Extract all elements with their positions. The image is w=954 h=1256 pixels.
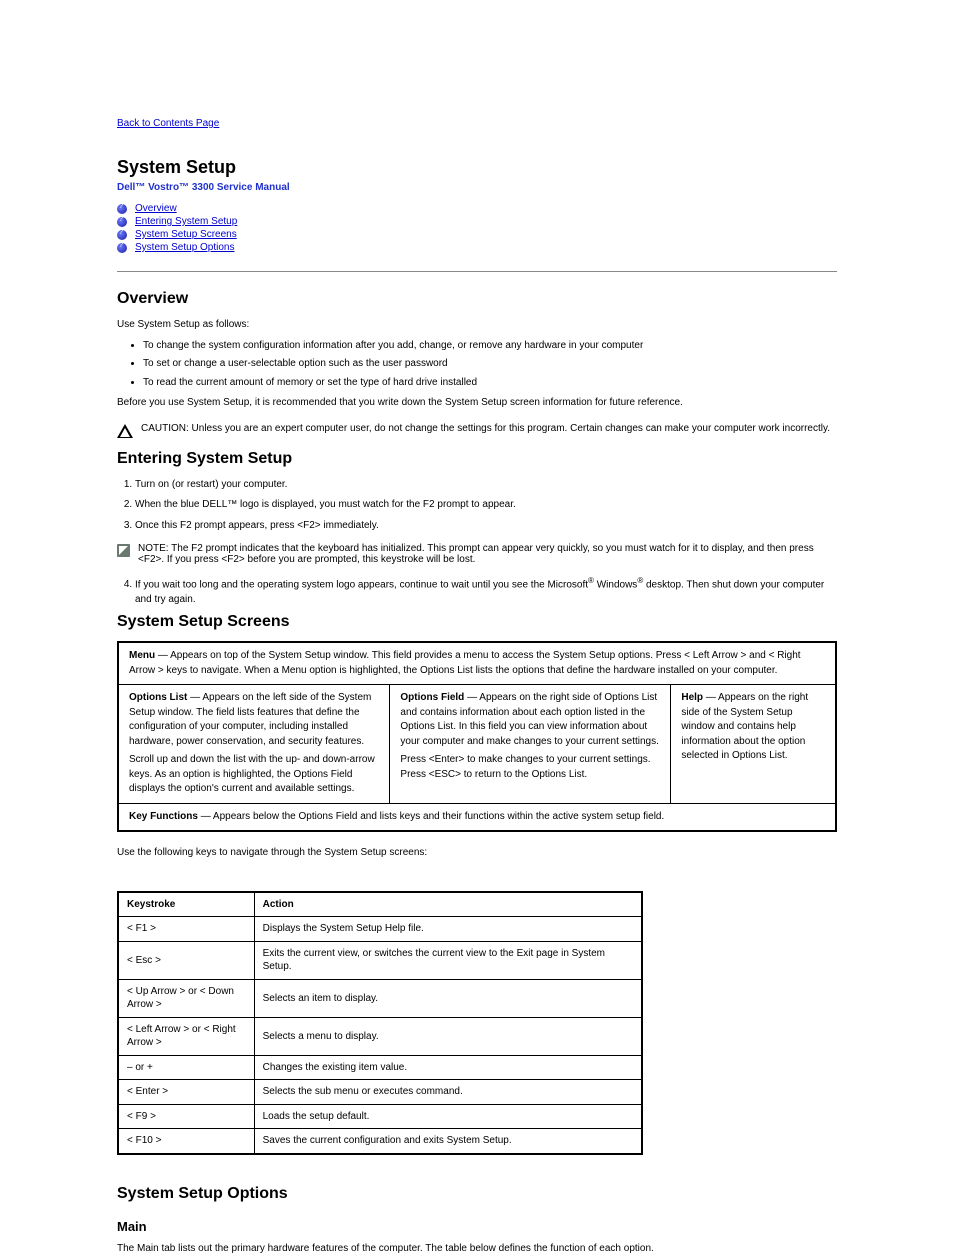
toc-link-entering[interactable]: Entering System Setup bbox=[135, 216, 237, 227]
key-cell: < F10 > bbox=[118, 1129, 254, 1154]
toc: Overview Entering System Setup System Se… bbox=[117, 203, 837, 253]
heading-screens: System Setup Screens bbox=[117, 613, 837, 631]
help-head: Help bbox=[681, 692, 703, 703]
overview-advice: Before you use System Setup, it is recom… bbox=[117, 396, 837, 411]
step-2-text: When the blue DELL™ logo is displayed, y… bbox=[135, 498, 837, 513]
step-2: When the blue DELL™ logo is displayed, y… bbox=[135, 498, 837, 513]
page-subtitle: Dell™ Vostro™ 3300 Service Manual bbox=[117, 182, 837, 193]
toc-link-overview[interactable]: Overview bbox=[135, 203, 177, 214]
options-field-body2: Press <Enter> to make changes to your cu… bbox=[400, 753, 660, 782]
note-box: NOTE: The F2 prompt indicates that the k… bbox=[117, 543, 837, 565]
step-4a: If you wait too long and the operating s… bbox=[135, 579, 588, 590]
keyfns-cell: Key Functions — Appears below the Option… bbox=[118, 803, 836, 831]
step-1: Turn on (or restart) your computer. bbox=[135, 478, 837, 493]
action-cell: Exits the current view, or switches the … bbox=[254, 941, 641, 979]
step-3: Once this F2 prompt appears, press <F2> … bbox=[135, 519, 837, 534]
back-link[interactable]: Back to Contents Page bbox=[117, 118, 219, 129]
navkeys-table: Keystroke Action < F1 >Displays the Syst… bbox=[117, 891, 643, 1155]
steps-list-cont: If you wait too long and the operating s… bbox=[135, 575, 837, 607]
key-cell: < F9 > bbox=[118, 1104, 254, 1129]
action-cell: Selects the sub menu or executes command… bbox=[254, 1080, 641, 1105]
key-cell: < Up Arrow > or < Down Arrow > bbox=[118, 979, 254, 1017]
caution-box: CAUTION: Unless you are an expert comput… bbox=[117, 423, 837, 438]
menu-body: — Appears on top of the System Setup win… bbox=[129, 650, 801, 676]
list-item: To read the current amount of memory or … bbox=[143, 376, 837, 391]
action-cell: Saves the current configuration and exit… bbox=[254, 1129, 641, 1154]
overview-intro: Use System Setup as follows: bbox=[117, 318, 837, 333]
options-list-head: Options List bbox=[129, 692, 187, 703]
help-cell: Help — Appears on the right side of the … bbox=[671, 685, 836, 804]
step-4b: Windows bbox=[594, 579, 637, 590]
heading-overview: Overview bbox=[117, 290, 837, 308]
th-keystroke: Keystroke bbox=[118, 892, 254, 917]
list-item: To change the system configuration infor… bbox=[143, 339, 837, 354]
options-field-cell: Options Field — Appears on the right sid… bbox=[390, 685, 671, 804]
key-cell: < Enter > bbox=[118, 1080, 254, 1105]
main-intro: The Main tab lists out the primary hardw… bbox=[117, 1242, 837, 1256]
options-list-cell: Options List — Appears on the left side … bbox=[118, 685, 390, 804]
keyfns-head: Key Functions bbox=[129, 811, 198, 822]
toc-link-screens[interactable]: System Setup Screens bbox=[135, 229, 237, 240]
bullet-icon bbox=[117, 243, 127, 253]
caution-text: CAUTION: Unless you are an expert comput… bbox=[141, 423, 830, 434]
heading-main: Main bbox=[117, 1219, 837, 1234]
heading-entering: Entering System Setup bbox=[117, 450, 837, 468]
action-cell: Loads the setup default. bbox=[254, 1104, 641, 1129]
action-cell: Selects a menu to display. bbox=[254, 1017, 641, 1055]
step-4: If you wait too long and the operating s… bbox=[135, 575, 837, 607]
options-field-head: Options Field bbox=[400, 692, 464, 703]
toc-link-options[interactable]: System Setup Options bbox=[135, 242, 235, 253]
key-cell: < Left Arrow > or < Right Arrow > bbox=[118, 1017, 254, 1055]
menu-head: Menu bbox=[129, 650, 155, 661]
action-cell: Displays the System Setup Help file. bbox=[254, 917, 641, 942]
bullet-icon bbox=[117, 217, 127, 227]
steps-list: Turn on (or restart) your computer. When… bbox=[135, 478, 837, 534]
action-cell: Selects an item to display. bbox=[254, 979, 641, 1017]
th-action: Action bbox=[254, 892, 641, 917]
page-title: System Setup bbox=[117, 157, 837, 178]
note-text: NOTE: The F2 prompt indicates that the k… bbox=[138, 543, 837, 565]
list-item: To set or change a user-selectable optio… bbox=[143, 357, 837, 372]
navkeys-intro: Use the following keys to navigate throu… bbox=[117, 846, 837, 861]
options-list-body2: Scroll up and down the list with the up-… bbox=[129, 753, 379, 797]
action-cell: Changes the existing item value. bbox=[254, 1055, 641, 1080]
key-cell: – or + bbox=[118, 1055, 254, 1080]
keyfns-body: — Appears below the Options Field and li… bbox=[201, 811, 665, 822]
bullet-icon bbox=[117, 230, 127, 240]
caution-icon bbox=[117, 424, 133, 438]
key-cell: < F1 > bbox=[118, 917, 254, 942]
note-icon bbox=[117, 544, 130, 557]
overview-list: To change the system configuration infor… bbox=[143, 339, 837, 391]
heading-options: System Setup Options bbox=[117, 1185, 837, 1203]
key-cell: < Esc > bbox=[118, 941, 254, 979]
menu-cell: Menu — Appears on top of the System Setu… bbox=[118, 642, 836, 685]
screens-layout-table: Menu — Appears on top of the System Setu… bbox=[117, 641, 837, 832]
bullet-icon bbox=[117, 204, 127, 214]
divider bbox=[117, 271, 837, 272]
